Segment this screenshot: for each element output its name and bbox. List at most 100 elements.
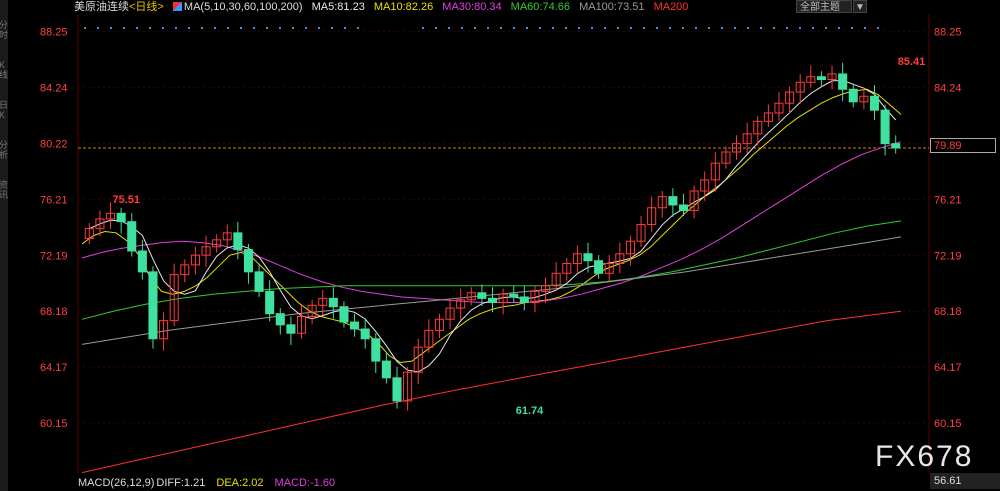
candle-down bbox=[509, 293, 519, 298]
macd-legend: MACD(26,12,9) DIFF:1.21 DEA:2.02 MACD:-1.… bbox=[78, 477, 343, 489]
candle-down bbox=[137, 250, 147, 273]
lower-axis-value: 56.61 bbox=[930, 473, 1000, 489]
y-tick-right: 76.21 bbox=[934, 194, 962, 206]
event-marker bbox=[84, 27, 86, 29]
event-marker bbox=[825, 27, 827, 29]
event-marker bbox=[201, 27, 203, 29]
event-marker bbox=[864, 27, 866, 29]
event-marker bbox=[695, 27, 697, 29]
event-marker bbox=[604, 27, 606, 29]
y-tick-right: 60.15 bbox=[934, 418, 962, 430]
y-tick-right: 88.25 bbox=[934, 26, 962, 38]
candle-down bbox=[254, 271, 264, 292]
candle-down bbox=[848, 88, 858, 103]
event-marker bbox=[448, 27, 450, 29]
event-marker bbox=[526, 27, 528, 29]
event-marker bbox=[682, 27, 684, 29]
candle-down bbox=[838, 73, 848, 90]
candle-down bbox=[127, 221, 137, 252]
ma-line-ma5 bbox=[89, 79, 897, 373]
event-marker bbox=[708, 27, 710, 29]
event-marker bbox=[357, 27, 359, 29]
event-marker bbox=[773, 27, 775, 29]
macd-label: MACD(26,12,9) bbox=[78, 477, 155, 489]
candle-down bbox=[594, 260, 604, 274]
event-marker bbox=[266, 27, 268, 29]
event-marker bbox=[513, 27, 515, 29]
event-marker bbox=[617, 27, 619, 29]
event-marker bbox=[292, 27, 294, 29]
candle-down bbox=[678, 204, 689, 212]
event-marker bbox=[578, 27, 580, 29]
event-marker bbox=[422, 27, 424, 29]
candle-down bbox=[148, 271, 158, 340]
y-tick-right: 68.18 bbox=[934, 306, 962, 318]
event-marker bbox=[539, 27, 541, 29]
event-marker bbox=[747, 27, 749, 29]
y-tick-left: 68.18 bbox=[40, 306, 68, 318]
ma-line-ma30 bbox=[81, 141, 902, 303]
event-marker bbox=[591, 27, 593, 29]
candles bbox=[84, 62, 901, 411]
event-marker bbox=[812, 27, 814, 29]
candle-down bbox=[360, 328, 370, 340]
event-marker bbox=[877, 27, 879, 29]
y-tick-right: 84.24 bbox=[934, 82, 962, 94]
candle-down bbox=[583, 253, 593, 262]
candle-down bbox=[519, 296, 529, 304]
candle-down bbox=[243, 249, 253, 273]
event-marker bbox=[344, 27, 346, 29]
event-marker bbox=[500, 27, 502, 29]
candle-down bbox=[668, 196, 678, 206]
event-marker bbox=[227, 27, 229, 29]
event-marker bbox=[318, 27, 320, 29]
event-marker bbox=[669, 27, 671, 29]
candle-down bbox=[891, 143, 901, 149]
candle-down bbox=[477, 292, 487, 299]
y-tick-right: 64.17 bbox=[934, 362, 962, 374]
candle-down bbox=[392, 377, 402, 402]
candle-down bbox=[371, 338, 381, 362]
candle-down bbox=[880, 109, 890, 145]
candle-down bbox=[487, 297, 498, 304]
candle-down bbox=[265, 290, 275, 315]
event-marker bbox=[734, 27, 736, 29]
candle-down bbox=[381, 360, 391, 379]
event-marker bbox=[110, 27, 112, 29]
y-tick-right: 72.19 bbox=[934, 250, 962, 262]
ma-line-ma200 bbox=[81, 310, 902, 474]
event-marker bbox=[279, 27, 281, 29]
event-marker bbox=[240, 27, 242, 29]
event-marker bbox=[656, 27, 658, 29]
event-marker bbox=[630, 27, 632, 29]
y-tick-left: 88.25 bbox=[40, 26, 68, 38]
event-marker bbox=[760, 27, 762, 29]
event-marker bbox=[214, 27, 216, 29]
macd-diff: DIFF:1.21 bbox=[156, 477, 206, 489]
candle-down bbox=[328, 297, 338, 308]
candle-down bbox=[339, 306, 349, 323]
current-price-label: 79.89 bbox=[930, 138, 996, 153]
candle-down bbox=[116, 212, 126, 223]
event-marker bbox=[435, 27, 437, 29]
event-marker bbox=[305, 27, 307, 29]
candle-down bbox=[350, 321, 360, 330]
event-marker bbox=[786, 27, 788, 29]
y-tick-left: 80.22 bbox=[40, 138, 68, 150]
ma-line-ma100 bbox=[81, 236, 902, 345]
macd-dea: DEA:2.02 bbox=[216, 477, 264, 489]
candle-down bbox=[816, 76, 826, 81]
event-marker bbox=[188, 27, 190, 29]
event-marker bbox=[123, 27, 125, 29]
event-marker bbox=[565, 27, 567, 29]
event-marker bbox=[799, 27, 801, 29]
extreme-label: 75.51 bbox=[113, 194, 141, 206]
macd-value: MACD:-1.60 bbox=[274, 477, 336, 489]
candle-down bbox=[275, 313, 285, 326]
y-tick-left: 64.17 bbox=[40, 362, 68, 374]
event-marker bbox=[162, 27, 164, 29]
event-marker bbox=[461, 27, 463, 29]
ma-line-ma10 bbox=[81, 88, 902, 364]
extreme-label: 61.74 bbox=[516, 405, 544, 417]
candlestick-chart: 88.2588.2584.2484.2480.2280.2276.2176.21… bbox=[40, 14, 962, 474]
